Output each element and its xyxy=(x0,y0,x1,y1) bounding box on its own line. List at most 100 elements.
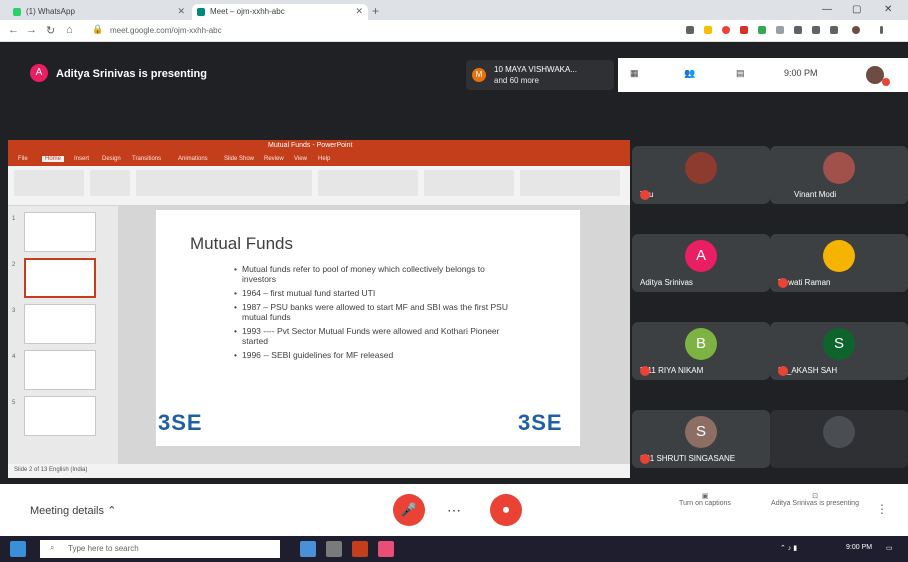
star-icon[interactable] xyxy=(704,26,712,34)
ribbon-tab[interactable]: Home xyxy=(42,156,65,162)
ribbon-tab[interactable]: File xyxy=(18,156,28,162)
tray-icons[interactable]: ⌃ ♪ ▮ xyxy=(780,544,797,552)
clock-time: 9:00 PM xyxy=(784,68,818,78)
slide-thumbnail[interactable] xyxy=(24,304,96,344)
notification-icon[interactable]: ▭ xyxy=(886,544,893,552)
meeting-controls: Meeting details ⌃ 🎤 ⋯ ⏺ ▣ Turn on caption… xyxy=(0,484,908,536)
new-tab-icon[interactable]: + xyxy=(372,4,379,18)
slide[interactable]: Mutual Funds Mutual funds refer to pool … xyxy=(156,210,580,446)
menu-icon[interactable] xyxy=(880,26,883,34)
window-close-icon[interactable]: ✕ xyxy=(884,4,892,15)
more-options-button[interactable]: ⋯ xyxy=(447,502,461,519)
extension-icon[interactable] xyxy=(740,26,748,34)
tab-whatsapp[interactable]: (1) WhatsApp ✕ xyxy=(8,4,190,20)
taskbar-search[interactable]: ⌕ Type here to search xyxy=(40,540,280,558)
ribbon-tab[interactable]: Help xyxy=(318,156,330,162)
ribbon-tab[interactable]: Review xyxy=(264,156,284,162)
mic-toggle-button[interactable]: 🎤 xyxy=(393,494,425,526)
meet-icon xyxy=(197,8,205,16)
editing-group[interactable] xyxy=(520,170,620,196)
opera-icon[interactable] xyxy=(722,26,730,34)
participant-tile[interactable] xyxy=(770,410,908,468)
close-icon[interactable]: ✕ xyxy=(355,6,363,17)
chevron-up-icon: ⌃ xyxy=(107,505,117,517)
participant-tile[interactable]: S 33_AKASH SAH xyxy=(770,322,908,380)
maximize-icon[interactable]: ▢ xyxy=(852,4,861,15)
ribbon-tab[interactable]: Transitions xyxy=(132,156,161,162)
slide-thumbnail[interactable] xyxy=(24,212,96,252)
powerpoint-icon[interactable] xyxy=(352,541,368,557)
pinned-participants[interactable]: M 10 MAYA VISHWAKA... and 60 more xyxy=(466,60,614,90)
extension-icon[interactable] xyxy=(794,26,802,34)
ppt-ribbon xyxy=(8,166,630,206)
back-icon[interactable]: ← xyxy=(8,24,19,36)
slide-title: Mutual Funds xyxy=(190,234,293,253)
forward-icon[interactable]: → xyxy=(26,24,37,36)
tab-title: (1) WhatsApp xyxy=(26,7,75,16)
bse-logo-right: 3SE xyxy=(518,410,563,435)
bullet: 1964 – first mutual fund started UTI xyxy=(234,288,514,298)
slide-thumbnail[interactable] xyxy=(24,350,96,390)
ribbon-tab[interactable]: Animations xyxy=(178,156,208,162)
bullet: 1987 – PSU banks were allowed to start M… xyxy=(234,302,514,322)
participant-tile[interactable]: You xyxy=(632,146,770,204)
captions-icon: ▣ xyxy=(701,493,709,500)
slides-group[interactable] xyxy=(90,170,130,196)
captions-button[interactable]: ▣ Turn on captions xyxy=(660,492,750,507)
extension-icon[interactable] xyxy=(686,26,694,34)
app-icon[interactable] xyxy=(378,541,394,557)
extension-icon[interactable] xyxy=(776,26,784,34)
close-icon[interactable]: ✕ xyxy=(177,6,185,17)
clipboard-group[interactable] xyxy=(14,170,84,196)
camera-toggle-button[interactable]: ⏺ xyxy=(490,494,522,526)
ribbon-tab[interactable]: Insert xyxy=(74,156,89,162)
participant-name: S31 SHRUTI SINGASANE xyxy=(640,454,736,464)
tab-title: Meet – ojm-xxhh-abc xyxy=(210,7,285,16)
participant-tile[interactable]: B B 11 RIYA NIKAM xyxy=(632,322,770,380)
extension-icon[interactable] xyxy=(812,26,820,34)
bse-logo-left: 3SE xyxy=(158,410,203,435)
participant-tile[interactable]: Vinant Modi xyxy=(770,146,908,204)
more-vert-icon[interactable]: ⋮ xyxy=(876,502,888,516)
people-icon[interactable]: 👥 xyxy=(684,68,695,79)
reload-icon[interactable]: ↻ xyxy=(46,24,55,37)
paragraph-group[interactable] xyxy=(318,170,418,196)
participant-name: Vinant Modi xyxy=(794,190,837,199)
presenting-label: Aditya Srinivas is presenting xyxy=(56,68,207,80)
participant-tile[interactable]: Rewati Raman xyxy=(770,234,908,292)
participant-tile[interactable]: S S31 SHRUTI SINGASANE xyxy=(632,410,770,468)
thumb-number: 5 xyxy=(12,400,16,406)
participant-name: B 11 RIYA NIKAM xyxy=(640,366,704,376)
captions-icon[interactable]: ▦ xyxy=(630,68,639,79)
avatar: B xyxy=(685,328,717,360)
chat-icon[interactable]: ▤ xyxy=(736,68,745,79)
meeting-details-button[interactable]: Meeting details ⌃ xyxy=(30,504,116,517)
font-group[interactable] xyxy=(136,170,312,196)
taskview-icon[interactable] xyxy=(300,541,316,557)
drawing-group[interactable] xyxy=(424,170,514,196)
app-icon[interactable] xyxy=(326,541,342,557)
bullet: Mutual funds refer to pool of money whic… xyxy=(234,264,514,284)
ribbon-tab[interactable]: View xyxy=(294,156,307,162)
home-icon[interactable]: ⌂ xyxy=(66,24,73,36)
extension-icon[interactable] xyxy=(758,26,766,34)
ribbon-tab[interactable]: Design xyxy=(102,156,121,162)
address-bar: ← → ↻ ⌂ 🔒 meet.google.com/ojm-xxhh-abc xyxy=(0,20,908,42)
slide-thumbnail[interactable] xyxy=(24,258,96,298)
windows-start-icon[interactable] xyxy=(10,541,26,557)
puzzle-icon[interactable] xyxy=(830,26,838,34)
tab-meet[interactable]: Meet – ojm-xxhh-abc ✕ xyxy=(192,4,368,20)
slide-thumbnail[interactable] xyxy=(24,396,96,436)
profile-icon[interactable] xyxy=(852,26,860,34)
participant-name: Aditya Srinivas xyxy=(640,278,693,287)
present-icon: ⊡ xyxy=(812,493,818,500)
slide-canvas: Mutual Funds Mutual funds refer to pool … xyxy=(118,206,630,464)
present-button[interactable]: ⊡ Aditya Srinivas is presenting xyxy=(770,492,860,507)
ribbon-tab[interactable]: Slide Show xyxy=(224,156,254,162)
notification-badge xyxy=(882,78,890,86)
minimize-icon[interactable]: — xyxy=(822,4,832,15)
browser-tab-strip: (1) WhatsApp ✕ Meet – ojm-xxhh-abc ✕ + —… xyxy=(0,0,908,20)
url-field[interactable]: meet.google.com/ojm-xxhh-abc xyxy=(110,23,630,39)
mic-off-icon xyxy=(778,366,788,376)
participant-tile[interactable]: A Aditya Srinivas xyxy=(632,234,770,292)
